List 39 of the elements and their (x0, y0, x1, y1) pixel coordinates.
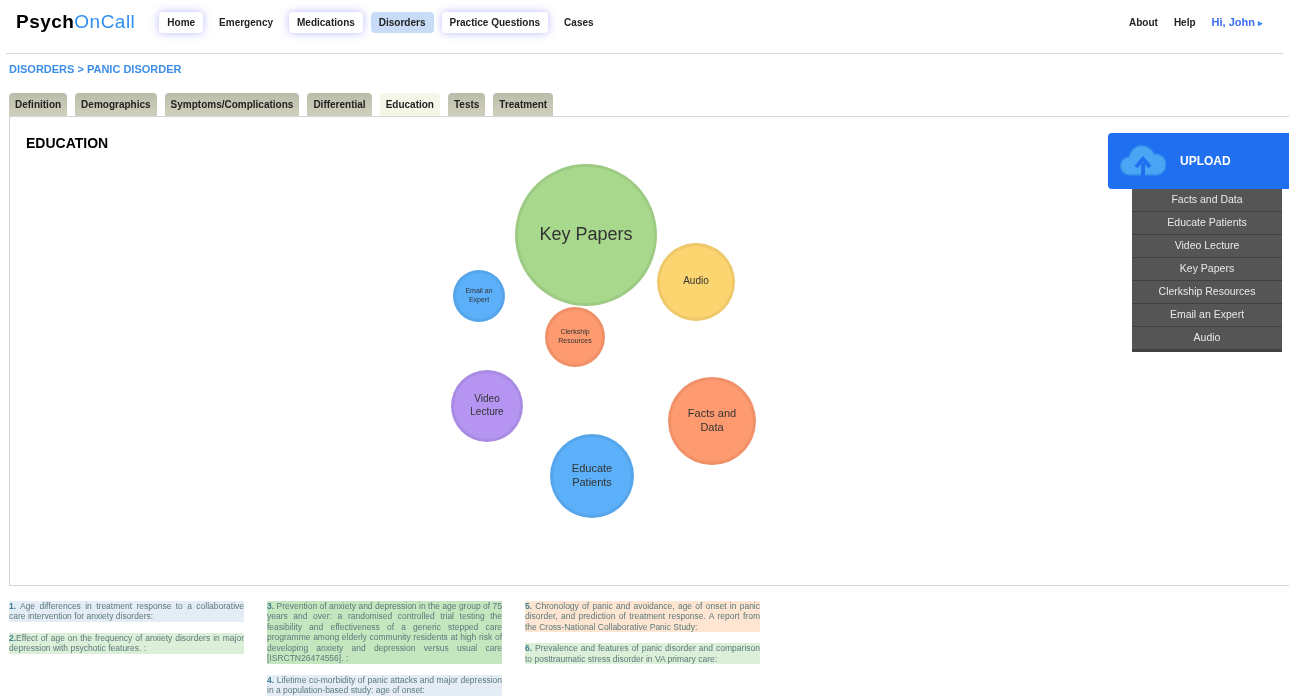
upload-menu-item[interactable]: Key Papers (1132, 257, 1282, 281)
topic-bubble[interactable]: Video Lecture (451, 369, 523, 442)
reference-text[interactable]: 1. Age differences in treatment response to a collaborative care intervention for anxiety disorders: (9, 600, 244, 622)
user-menu[interactable]: Hi, John ▸ (1211, 14, 1263, 31)
tab[interactable]: Symptoms/Complications (164, 92, 300, 116)
nav-link[interactable]: Cases (556, 12, 602, 33)
topic-bubble[interactable]: Educate Patients (550, 433, 634, 518)
reference-text[interactable]: 2.Effect of age on the frequency of anxiety disorders in major depression with psychotic features. : (9, 632, 244, 654)
reference-text[interactable]: 6. Prevalence and features of panic disorder and comparison to posttraumatic stress disorder in VA primary care: (525, 643, 760, 664)
tab[interactable]: Definition (9, 92, 68, 116)
reference-text[interactable]: 3. Prevention of anxiety and depression in the age group of 75 years and over: a randomised controlled trial testing the feasibility and effectiveness of a generic stepped care programme among elderly community residents at high risk of developing anxiety and depression versus usual care [ISRCTN26474556]. : (267, 600, 502, 664)
topic-bubble[interactable]: Facts and Data (668, 376, 756, 465)
upload-menu-item[interactable]: Video Lecture (1132, 234, 1282, 258)
upload-menu-item[interactable]: Email an Expert (1132, 303, 1282, 327)
breadcrumb: DISORDERS > PANIC DISORDER (9, 62, 183, 77)
reference-text[interactable]: 4. Lifetime co-morbidity of panic attacks and major depression in a population-based study: age of onset: (267, 674, 502, 696)
nav-link[interactable]: Emergency (211, 12, 281, 33)
tab[interactable]: Treatment (493, 92, 554, 116)
topic-bubble[interactable]: Key Papers (515, 163, 657, 306)
upload-menu-item[interactable]: Educate Patients (1132, 211, 1282, 235)
top-link[interactable]: About (1129, 15, 1158, 30)
nav-link[interactable]: Home (159, 12, 204, 33)
upload-menu-item[interactable]: Facts and Data (1132, 188, 1282, 212)
cloud-upload-icon (1120, 142, 1166, 179)
reference-text[interactable]: 5. Chronology of panic and avoidance, age of onset in panic disorder, and prediction of treatment response. A report from the Cross-National Collaborative Panic Study: (525, 600, 760, 632)
upload-menu-item[interactable]: Audio (1132, 326, 1282, 350)
nav-link[interactable]: Disorders (370, 12, 434, 33)
topic-bubble[interactable]: Audio (657, 242, 735, 321)
upload-button[interactable]: UPLOAD (1108, 132, 1289, 189)
top-link[interactable]: Help (1173, 15, 1196, 30)
nav-link[interactable]: Medications (289, 12, 363, 33)
upload-menu-item[interactable]: Clerkship Resources (1132, 280, 1282, 304)
tab[interactable]: Differential (307, 92, 372, 116)
nav-link[interactable]: Practice Questions (441, 12, 549, 33)
tab[interactable]: Education (379, 92, 440, 116)
logo[interactable]: PsychOnCall (16, 8, 136, 37)
tab[interactable]: Tests (447, 92, 486, 116)
tab[interactable]: Demographics (75, 92, 157, 116)
section-title: EDUCATION (26, 133, 109, 153)
